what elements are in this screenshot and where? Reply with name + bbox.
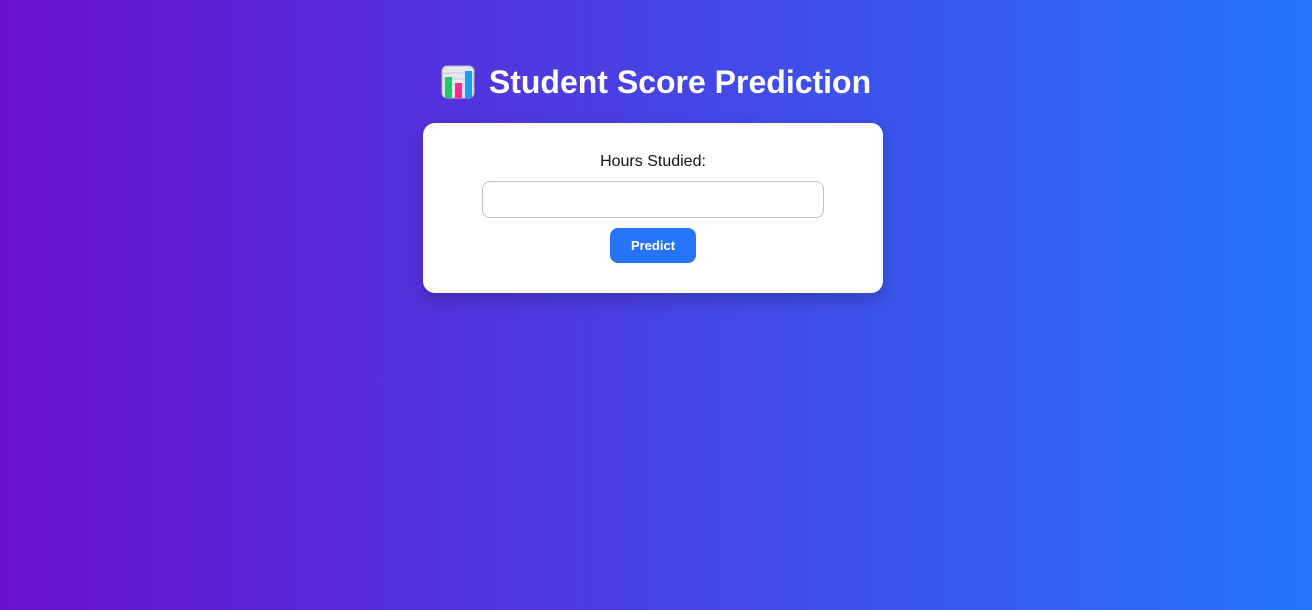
prediction-form-card: Hours Studied: Predict — [423, 123, 883, 293]
bar-chart-icon — [441, 65, 475, 99]
hours-studied-label: Hours Studied: — [600, 153, 706, 170]
page-title: Student Score Prediction — [488, 64, 872, 100]
hours-studied-input[interactable] — [482, 181, 824, 218]
predict-button[interactable]: Predict — [610, 228, 696, 263]
page-header: Student Score Prediction — [0, 62, 1312, 102]
